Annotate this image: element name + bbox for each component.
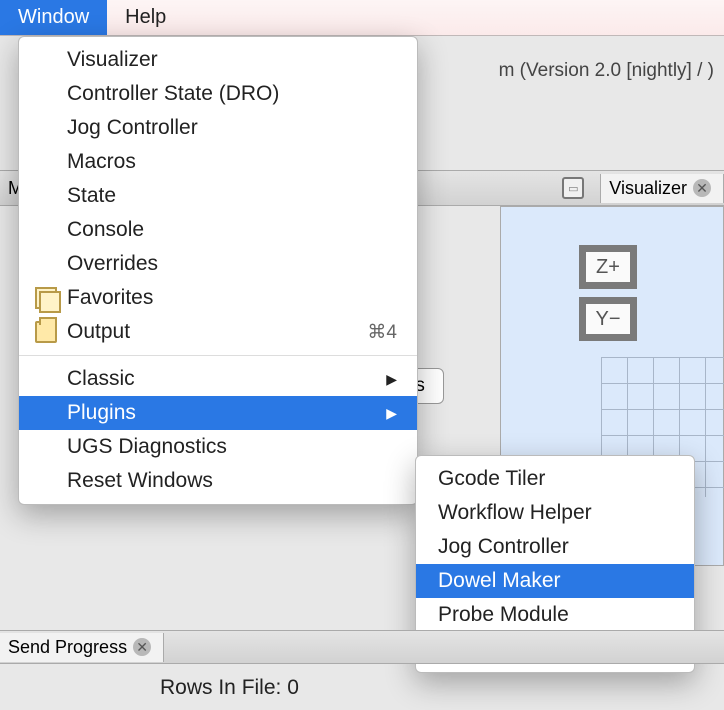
window-dropdown-menu: Visualizer Controller State (DRO) Jog Co… [18,36,418,505]
menu-item-reset-windows[interactable]: Reset Windows [19,464,417,498]
submenu-arrow-icon: ▶ [386,405,397,422]
y-minus-button[interactable]: Y− [579,297,637,341]
window-title-fragment: m (Version 2.0 [nightly] / ) [499,60,714,82]
menu-item-state[interactable]: State [19,179,417,213]
menu-item-ugs-diagnostics[interactable]: UGS Diagnostics [19,430,417,464]
menu-item-macros[interactable]: Macros [19,145,417,179]
favorites-icon [35,287,57,309]
close-icon[interactable]: ✕ [133,638,151,656]
submenu-arrow-icon: ▶ [386,371,397,388]
menu-item-console[interactable]: Console [19,213,417,247]
submenu-workflow-helper[interactable]: Workflow Helper [416,496,694,530]
output-shortcut: ⌘4 [367,321,397,344]
menu-item-controller-state[interactable]: Controller State (DRO) [19,77,417,111]
send-progress-label: Send Progress [8,637,127,658]
menu-item-overrides[interactable]: Overrides [19,247,417,281]
send-progress-tab[interactable]: Send Progress ✕ [0,633,164,662]
output-icon [35,321,57,343]
menu-item-jog-controller[interactable]: Jog Controller [19,111,417,145]
menubar: Window Help [0,0,724,36]
visualizer-tab-label: Visualizer [609,178,687,199]
menu-separator [19,355,417,356]
menu-item-output[interactable]: Output ⌘4 [19,315,417,349]
window-restore-icon[interactable]: ▭ [562,177,584,199]
submenu-jog-controller[interactable]: Jog Controller [416,530,694,564]
menu-window[interactable]: Window [0,0,107,35]
menu-item-favorites[interactable]: Favorites [19,281,417,315]
submenu-probe-module[interactable]: Probe Module [416,598,694,632]
submenu-gcode-tiler[interactable]: Gcode Tiler [416,462,694,496]
close-icon[interactable]: ✕ [693,179,711,197]
menu-item-classic[interactable]: Classic ▶ [19,362,417,396]
rows-in-file-label: Rows In File: 0 [160,676,299,700]
menu-item-visualizer[interactable]: Visualizer [19,43,417,77]
menu-item-plugins[interactable]: Plugins ▶ [19,396,417,430]
visualizer-tab[interactable]: Visualizer ✕ [600,174,724,203]
menu-help[interactable]: Help [107,0,184,35]
bottom-tabs-row: Send Progress ✕ [0,630,724,664]
z-plus-button[interactable]: Z+ [579,245,637,289]
submenu-dowel-maker[interactable]: Dowel Maker [416,564,694,598]
